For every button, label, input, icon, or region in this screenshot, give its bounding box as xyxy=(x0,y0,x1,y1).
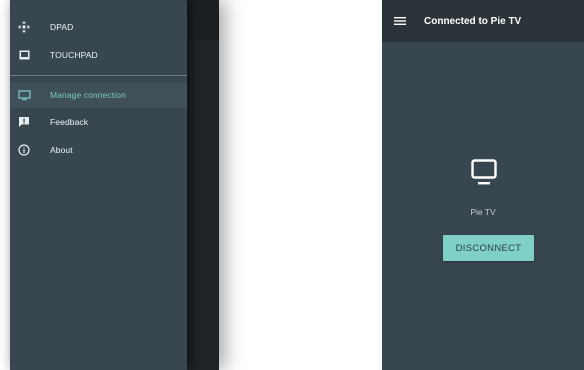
drawer-item-label: TOUCHPAD xyxy=(50,50,98,60)
drawer-item-feedback[interactable]: Feedback xyxy=(10,109,187,135)
drawer-divider xyxy=(10,75,187,76)
drawer-item-manage-connection[interactable]: Manage connection xyxy=(10,82,187,108)
navigation-drawer: DPAD TOUCHPAD Manage connection Feedback… xyxy=(10,0,187,370)
drawer-item-label: DPAD xyxy=(50,22,74,32)
connection-screen: Connected to Pie TV Pie TV DISCONNECT xyxy=(382,0,584,370)
drawer-item-dpad[interactable]: DPAD xyxy=(10,14,187,40)
drawer-item-label: Manage connection xyxy=(50,90,126,100)
touchpad-icon xyxy=(16,47,32,63)
app-bar: Connected to Pie TV xyxy=(382,0,584,42)
drawer-item-label: About xyxy=(50,145,73,155)
disconnect-button[interactable]: DISCONNECT xyxy=(443,235,534,261)
television-icon xyxy=(471,159,497,185)
drawer-item-touchpad[interactable]: TOUCHPAD xyxy=(10,42,187,68)
feedback-icon xyxy=(16,114,32,130)
drawer-screen: DPAD TOUCHPAD Manage connection Feedback… xyxy=(10,0,219,370)
hamburger-menu-icon xyxy=(394,17,406,25)
page-title: Connected to Pie TV xyxy=(424,15,522,27)
tv-icon xyxy=(16,87,32,103)
drawer-item-label: Feedback xyxy=(50,117,89,127)
info-icon xyxy=(16,142,32,158)
drawer-item-about[interactable]: About xyxy=(10,137,187,163)
menu-button[interactable] xyxy=(392,13,408,29)
device-name: Pie TV xyxy=(470,207,496,217)
dpad-icon xyxy=(16,19,32,35)
